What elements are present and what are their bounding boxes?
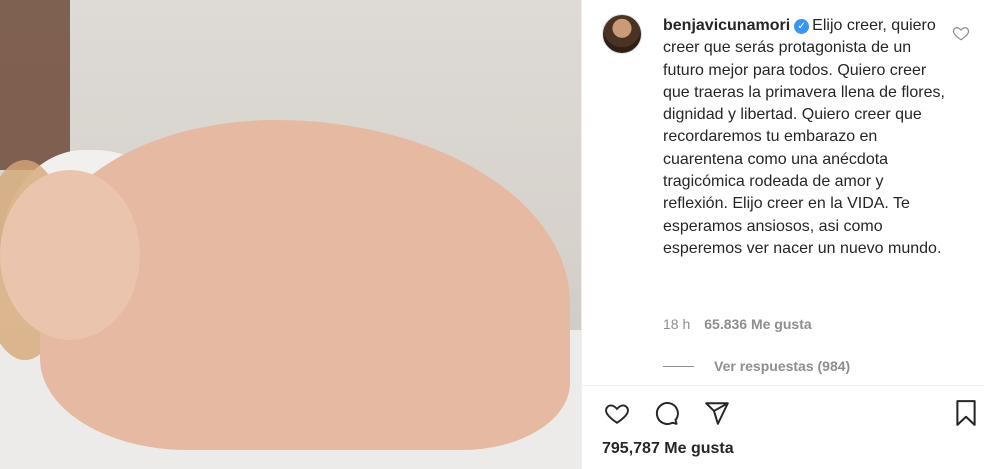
verified-badge-icon: ✓ <box>794 19 810 34</box>
caption-text: Elijo creer, quiero creer que serás prot… <box>663 17 945 257</box>
comment-likes[interactable]: 65.836 Me gusta <box>704 316 811 332</box>
view-replies-label: Ver respuestas (984) <box>714 358 851 374</box>
photo-furniture <box>0 0 70 170</box>
comment-meta: 18 h 65.836 Me gusta <box>663 316 812 332</box>
comment-time[interactable]: 18 h <box>663 316 690 332</box>
comment-icon <box>655 402 679 425</box>
actions-divider <box>582 385 984 386</box>
post-photo[interactable] <box>0 0 581 469</box>
replies-divider <box>663 365 694 367</box>
view-replies-button[interactable]: Ver respuestas (984) <box>663 358 850 374</box>
comment-button[interactable] <box>652 398 682 428</box>
username-link[interactable]: benjavicunamori <box>663 17 790 34</box>
photo-head <box>0 170 140 340</box>
like-button[interactable] <box>602 398 632 428</box>
like-comment-heart-icon[interactable] <box>952 24 970 42</box>
avatar[interactable] <box>602 14 642 54</box>
share-button[interactable] <box>702 398 732 428</box>
heart-icon <box>605 404 629 424</box>
share-icon <box>705 402 729 425</box>
total-likes[interactable]: 795,787 Me gusta <box>602 440 734 458</box>
bookmark-icon <box>956 400 976 426</box>
caption-comment: benjavicunamori ✓ Elijo creer, quiero cree… <box>663 15 948 260</box>
save-button[interactable] <box>951 398 981 428</box>
